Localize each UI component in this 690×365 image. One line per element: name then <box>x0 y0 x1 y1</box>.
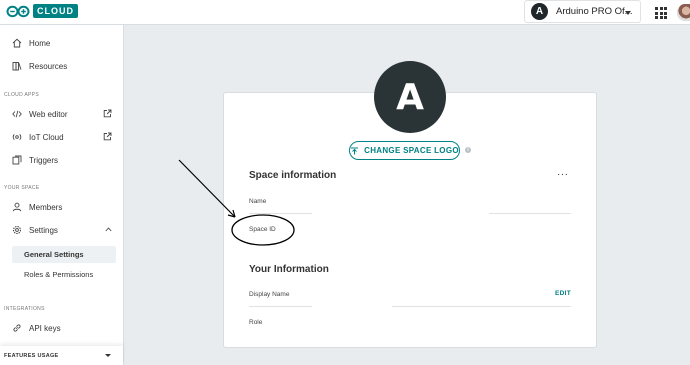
space-id-label: Space ID <box>249 226 276 233</box>
sidebar-subitem-roles-permissions[interactable]: Roles & Permissions <box>24 270 93 279</box>
code-icon <box>12 110 22 118</box>
sidebar-item-triggers[interactable]: Triggers <box>12 155 58 165</box>
sidebar-item-label: Home <box>29 38 51 48</box>
sidebar-item-iot-cloud[interactable]: IoT Cloud <box>12 132 64 142</box>
gear-icon <box>12 225 22 235</box>
info-icon[interactable]: i <box>465 147 471 153</box>
section-label-integrations: INTEGRATIONS <box>4 306 45 312</box>
name-field-underline <box>249 213 312 214</box>
arduino-infinity-icon <box>6 5 30 17</box>
chevron-down-icon <box>625 11 631 15</box>
arduino-cloud-logo[interactable]: CLOUD <box>6 4 78 18</box>
iot-icon <box>12 133 22 141</box>
features-usage-label: FEATURES USAGE <box>4 352 59 359</box>
space-name: Arduino PRO Of... <box>556 6 633 17</box>
space-avatar-large: A <box>374 61 446 133</box>
change-space-logo-button[interactable]: CHANGE SPACE LOGO <box>349 141 460 160</box>
book-icon <box>12 62 22 71</box>
external-link-icon[interactable] <box>103 132 112 141</box>
sidebar-item-label: Settings <box>29 225 58 235</box>
apps-grid-icon[interactable] <box>655 7 667 19</box>
external-link-icon[interactable] <box>103 109 112 118</box>
sidebar-item-api-keys[interactable]: API keys <box>12 323 61 333</box>
sidebar: Home Resources CLOUD APPS Web editor IoT… <box>0 25 124 365</box>
sidebar-item-label: Members <box>29 202 63 212</box>
logo-text: CLOUD <box>33 4 78 18</box>
home-icon <box>12 38 22 48</box>
triggers-icon <box>12 155 22 165</box>
sidebar-item-home[interactable]: Home <box>12 38 50 48</box>
features-usage-toggle[interactable]: FEATURES USAGE <box>0 346 123 365</box>
section-label-cloud-apps: CLOUD APPS <box>4 92 39 98</box>
role-label: Role <box>249 319 263 326</box>
space-avatar: A <box>531 3 548 20</box>
edit-display-name-button[interactable]: EDIT <box>555 290 571 297</box>
user-avatar[interactable] <box>677 4 690 21</box>
your-information-title: Your Information <box>249 264 329 275</box>
sidebar-item-label: Resources <box>29 61 68 71</box>
link-icon <box>13 324 21 332</box>
sidebar-item-resources[interactable]: Resources <box>12 61 67 71</box>
upload-icon <box>351 147 359 154</box>
name-value-underline[interactable] <box>489 213 571 214</box>
name-label: Name <box>249 198 267 205</box>
sidebar-item-label: Triggers <box>29 155 59 165</box>
sidebar-item-settings[interactable]: Settings <box>12 225 58 235</box>
more-options-icon[interactable]: ··· <box>557 169 569 180</box>
sidebar-subitem-general-settings[interactable]: General Settings <box>24 250 84 259</box>
chevron-up-icon[interactable] <box>105 227 112 232</box>
section-label-your-space: YOUR SPACE <box>4 185 40 191</box>
space-selector[interactable]: A Arduino PRO Of... <box>524 0 641 23</box>
display-name-label: Display Name <box>249 291 290 298</box>
display-name-value-underline[interactable] <box>392 306 571 307</box>
top-bar: CLOUD A Arduino PRO Of... <box>0 0 690 25</box>
sidebar-item-web-editor[interactable]: Web editor <box>12 109 68 119</box>
sidebar-item-label: IoT Cloud <box>29 132 64 142</box>
user-icon <box>12 202 22 212</box>
sidebar-item-label: Web editor <box>29 109 68 119</box>
change-space-logo-label: CHANGE SPACE LOGO <box>364 146 459 155</box>
sidebar-item-label: API keys <box>29 323 61 333</box>
sidebar-item-members[interactable]: Members <box>12 202 62 212</box>
chevron-down-icon <box>105 354 111 357</box>
display-name-underline <box>249 306 312 307</box>
space-information-title: Space information <box>249 170 337 181</box>
